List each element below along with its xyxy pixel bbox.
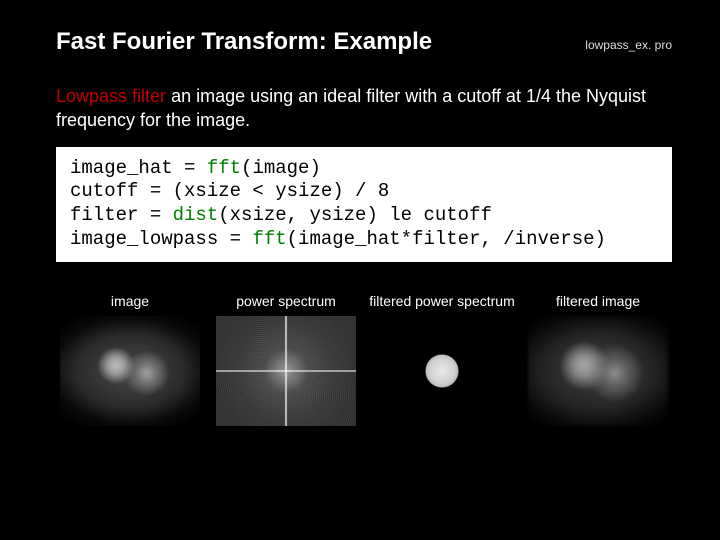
intro-highlight: Lowpass filter: [56, 86, 166, 106]
thumb-filtered-image: [528, 316, 668, 426]
label-filtered-image: filtered image: [556, 276, 640, 310]
slide: Fast Fourier Transform: Example lowpass_…: [0, 0, 720, 446]
thumb-filtered-spectrum: [372, 316, 512, 426]
code-l1b: (image): [241, 157, 321, 179]
code-l1a: image_hat =: [70, 157, 207, 179]
code-l3a: filter =: [70, 204, 173, 226]
label-filtered-spectrum: filtered power spectrum: [369, 276, 515, 310]
code-l3-fn: dist: [173, 204, 219, 226]
header-row: Fast Fourier Transform: Example lowpass_…: [56, 28, 672, 56]
intro-text: Lowpass filter an image using an ideal f…: [56, 84, 672, 133]
thumb-original-image: [60, 316, 200, 426]
code-l3b: (xsize, ysize) le cutoff: [218, 204, 492, 226]
col-original-image: image: [56, 276, 204, 426]
label-original-image: image: [111, 276, 149, 310]
slide-title: Fast Fourier Transform: Example: [56, 28, 432, 56]
images-row: image power spectrum filtered power spec…: [56, 276, 672, 426]
code-block: image_hat = fft(image) cutoff = (xsize <…: [56, 147, 672, 262]
col-filtered-image: filtered image: [524, 276, 672, 426]
thumb-power-spectrum: [216, 316, 356, 426]
col-power-spectrum: power spectrum: [212, 276, 360, 426]
source-filename: lowpass_ex. pro: [585, 38, 672, 52]
code-l1-fn: fft: [207, 157, 241, 179]
label-power-spectrum: power spectrum: [236, 276, 336, 310]
code-l2: cutoff = (xsize < ysize) / 8: [70, 180, 389, 202]
code-l4b: (image_hat*filter, /inverse): [287, 228, 606, 250]
code-l4-fn: fft: [252, 228, 286, 250]
code-l4a: image_lowpass =: [70, 228, 252, 250]
col-filtered-spectrum: filtered power spectrum: [368, 276, 516, 426]
